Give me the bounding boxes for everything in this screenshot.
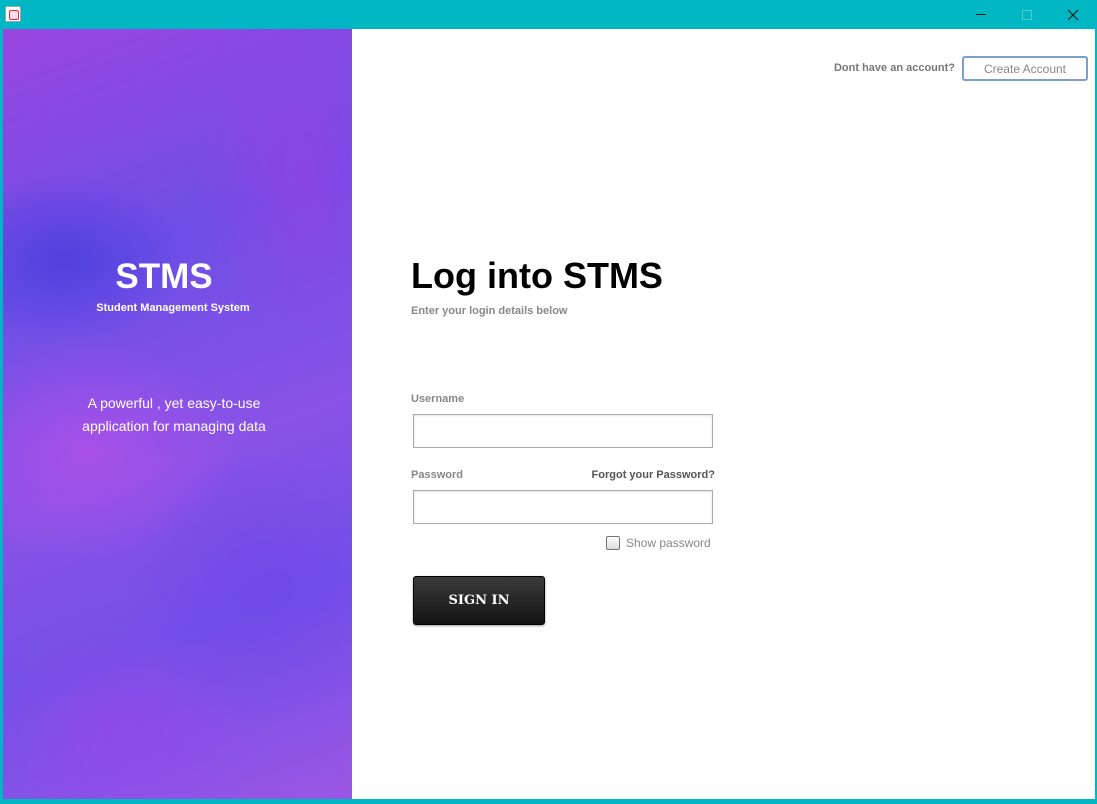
brand-title: STMS — [115, 257, 213, 296]
username-label: Username — [411, 393, 465, 405]
brand-panel: STMS Student Management System A powerfu… — [3, 29, 352, 799]
client-area: STMS Student Management System A powerfu… — [3, 29, 1095, 799]
page-title: Log into STMS — [411, 255, 663, 296]
minimize-button[interactable] — [958, 0, 1004, 29]
show-password-checkbox[interactable] — [606, 536, 620, 550]
maximize-icon — [1022, 9, 1032, 20]
maximize-button[interactable] — [1004, 0, 1050, 29]
signup-prompt: Dont have an account? — [833, 62, 955, 74]
username-input[interactable] — [413, 414, 713, 448]
minimize-icon — [976, 14, 986, 15]
java-app-icon — [5, 6, 21, 22]
show-password-label: Show password — [626, 536, 711, 550]
brand-tagline: A powerful , yet easy-to-use application… — [82, 395, 266, 434]
close-icon — [1067, 9, 1079, 20]
brand-subtitle: Student Management System — [96, 302, 250, 314]
close-button[interactable] — [1050, 0, 1096, 29]
title-bar[interactable] — [0, 0, 1097, 29]
create-account-button[interactable]: Create Account — [962, 56, 1088, 81]
show-password-toggle[interactable]: Show password — [606, 535, 711, 551]
password-label: Password — [411, 469, 463, 481]
sign-in-button[interactable]: SIGN IN — [413, 576, 545, 625]
app-window: STMS Student Management System A powerfu… — [0, 0, 1097, 804]
page-subtitle: Enter your login details below — [411, 305, 568, 317]
password-input[interactable] — [413, 490, 713, 524]
forgot-password-link[interactable]: Forgot your Password? — [563, 469, 715, 481]
